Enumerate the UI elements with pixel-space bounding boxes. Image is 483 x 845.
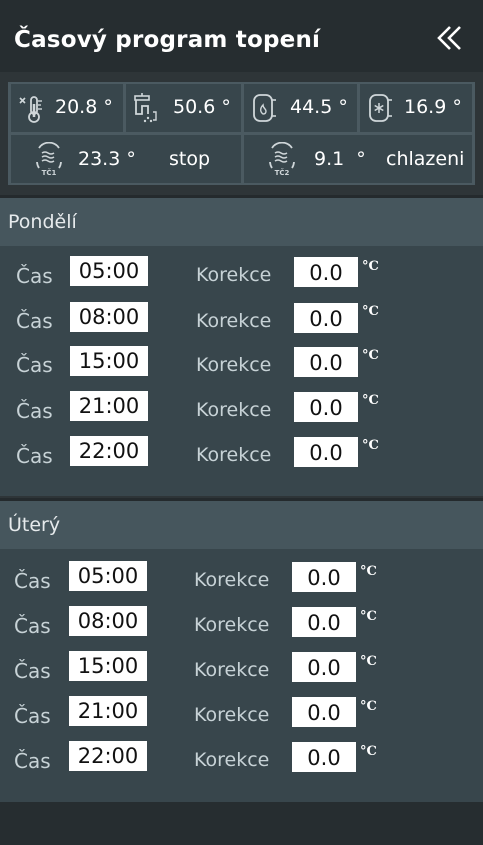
heat-pump-1-state: stop: [169, 148, 211, 170]
correction-label: Korekce: [194, 614, 270, 636]
sensor-outdoor[interactable]: 20.8 °: [11, 84, 123, 132]
footer-bar: [0, 802, 483, 845]
heat-pump-1-value: 23.3 °: [78, 148, 136, 170]
unit-label: °C: [360, 564, 377, 579]
time-input[interactable]: 08:00: [69, 606, 147, 636]
time-input[interactable]: 21:00: [70, 391, 148, 421]
time-label: Čas: [16, 264, 53, 288]
correction-input[interactable]: 0.0: [292, 742, 356, 772]
time-input[interactable]: 05:00: [70, 256, 148, 286]
time-label: Čas: [14, 704, 51, 728]
time-label: Čas: [14, 659, 51, 683]
unit-label: °C: [362, 438, 379, 453]
time-label: Čas: [16, 399, 53, 423]
double-chevron-left-icon: [437, 26, 461, 50]
time-input[interactable]: 15:00: [69, 651, 147, 681]
correction-input[interactable]: 0.0: [294, 303, 358, 333]
correction-input[interactable]: 0.0: [294, 347, 358, 377]
correction-label: Korekce: [194, 749, 270, 771]
thermometer-icon: [19, 96, 42, 123]
day-header: Úterý: [0, 501, 483, 549]
tap-icon: [134, 93, 157, 123]
correction-input[interactable]: 0.0: [292, 607, 356, 637]
unit-label: °C: [362, 304, 379, 319]
time-label: Čas: [16, 444, 53, 468]
heat-pump-2-badge: TČ2: [275, 168, 290, 177]
correction-input[interactable]: 0.0: [294, 392, 358, 422]
outdoor-temp-value: 20.8 °: [55, 96, 113, 118]
day-section-tuesday: Úterý Čas 05:00 Korekce 0.0 °C Čas 08:00…: [0, 501, 483, 802]
heat-pump-2[interactable]: TČ2 9.1 ° chlazeni: [244, 135, 472, 183]
unit-label: °C: [360, 609, 377, 624]
time-label: Čas: [14, 614, 51, 638]
correction-label: Korekce: [194, 659, 270, 681]
time-input[interactable]: 05:00: [69, 561, 147, 591]
correction-label: Korekce: [196, 264, 272, 286]
heat-pump-1[interactable]: TČ1 23.3 ° stop: [11, 135, 241, 183]
time-input[interactable]: 22:00: [70, 436, 148, 466]
time-input[interactable]: 21:00: [69, 696, 147, 726]
correction-label: Korekce: [194, 569, 270, 591]
cooling-temp-value: 16.9 °: [404, 96, 462, 118]
time-input[interactable]: 22:00: [69, 741, 147, 771]
correction-input[interactable]: 0.0: [292, 652, 356, 682]
unit-label: °C: [360, 699, 377, 714]
heat-pump-2-icon: TČ2: [269, 142, 295, 177]
sensor-boiler[interactable]: 44.5 °: [244, 84, 357, 132]
unit-label: °C: [362, 259, 379, 274]
sensor-cooling[interactable]: 16.9 °: [360, 84, 472, 132]
page-title: Časový program topení: [14, 27, 321, 53]
unit-label: °C: [362, 393, 379, 408]
boiler-temp-value: 44.5 °: [290, 96, 348, 118]
correction-label: Korekce: [196, 310, 272, 332]
day-section-monday: Pondělí Čas 05:00 Korekce 0.0 °C Čas 08:…: [0, 198, 483, 496]
heat-pump-2-state: chlazeni: [386, 148, 465, 170]
heat-pump-1-icon: TČ1: [36, 142, 62, 177]
correction-label: Korekce: [196, 354, 272, 376]
correction-input[interactable]: 0.0: [292, 562, 356, 592]
day-header: Pondělí: [0, 198, 483, 246]
correction-input[interactable]: 0.0: [294, 437, 358, 467]
time-input[interactable]: 15:00: [70, 346, 148, 376]
unit-label: °C: [360, 744, 377, 759]
time-input[interactable]: 08:00: [70, 302, 148, 332]
correction-label: Korekce: [196, 444, 272, 466]
correction-input[interactable]: 0.0: [292, 697, 356, 727]
correction-label: Korekce: [194, 704, 270, 726]
time-label: Čas: [16, 309, 53, 333]
correction-input[interactable]: 0.0: [294, 257, 358, 287]
day-title: Úterý: [8, 514, 61, 536]
heat-pump-2-value: 9.1 °: [314, 148, 366, 170]
hot-water-temp-value: 50.6 °: [173, 96, 231, 118]
back-button[interactable]: [432, 22, 466, 54]
cooling-tank-icon: [369, 94, 392, 122]
status-panel: 20.8 ° 50.6 ° 44.5 ° 16.9 ° TČ1 23.3 ° s…: [8, 82, 475, 185]
day-title: Pondělí: [8, 211, 77, 233]
time-label: Čas: [14, 749, 51, 773]
sensor-hot-water[interactable]: 50.6 °: [126, 84, 241, 132]
correction-label: Korekce: [196, 399, 272, 421]
header-bar: Časový program topení: [0, 0, 483, 72]
heating-tank-icon: [253, 94, 276, 122]
unit-label: °C: [360, 654, 377, 669]
time-label: Čas: [14, 569, 51, 593]
unit-label: °C: [362, 348, 379, 363]
time-label: Čas: [16, 353, 53, 377]
heat-pump-1-badge: TČ1: [42, 168, 57, 177]
